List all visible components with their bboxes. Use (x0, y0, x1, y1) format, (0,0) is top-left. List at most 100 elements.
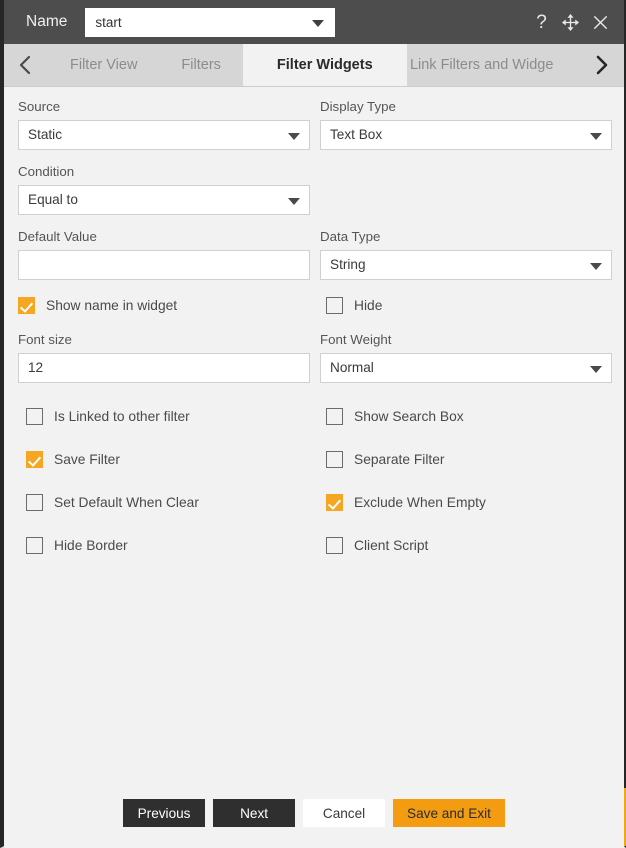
checkbox-label: Is Linked to other filter (54, 409, 190, 425)
tab-filter-widgets[interactable]: Filter Widgets (242, 44, 407, 86)
display-type-label: Display Type (320, 99, 396, 114)
tab-strip: Filter View Filters Filter Widgets Link … (4, 44, 624, 87)
svg-text:?: ? (536, 12, 547, 32)
tab-label: Filter View (70, 57, 138, 73)
name-select[interactable]: start (85, 7, 336, 37)
move-four-arrows-icon[interactable] (561, 13, 580, 32)
data-type-select[interactable]: String (320, 249, 612, 280)
font-weight-label: Font Weight (320, 331, 392, 347)
tab-list: Filter View Filters Filter Widgets Link … (48, 44, 578, 86)
checkbox-box[interactable] (26, 537, 43, 555)
row-linked-searchbox: Is Linked to other filter Show Search Bo… (18, 405, 609, 429)
condition-value: Equal to (28, 192, 78, 208)
checkbox-label: Show Search Box (354, 409, 464, 425)
checkbox-is-linked-to-other-filter[interactable]: Is Linked to other filter (18, 405, 310, 429)
filter-widget-dialog: Name start ? Filter View Filters Filter … (0, 0, 626, 848)
titlebar-icon-group: ? (533, 12, 614, 32)
checkbox-box[interactable] (326, 537, 343, 555)
checkbox-show-name-in-widget[interactable]: Show name in widget (18, 294, 310, 318)
checkbox-box[interactable] (326, 494, 343, 512)
checkbox-box[interactable] (326, 451, 343, 469)
checkbox-label: Hide Border (54, 538, 128, 554)
checkbox-exclude-when-empty[interactable]: Exclude When Empty (320, 491, 612, 515)
tab-label: Filters (181, 57, 221, 73)
checkbox-label: Show name in widget (46, 298, 178, 314)
condition-select[interactable]: Equal to (18, 184, 310, 215)
display-type-select[interactable]: Text Box (320, 119, 612, 150)
previous-button[interactable]: Previous (123, 799, 206, 827)
checkbox-client-script[interactable]: Client Script (320, 534, 612, 558)
close-x-icon[interactable] (591, 13, 610, 32)
chevron-right-icon (596, 55, 608, 75)
font-weight-value: Normal (330, 360, 374, 376)
row-default-value-data-type: Default Value Data Type String (18, 229, 612, 280)
chevron-down-icon (590, 132, 602, 140)
checkbox-box[interactable] (326, 297, 343, 315)
font-size-value: 12 (28, 360, 44, 376)
tab-link-filters-and-widgets[interactable]: Link Filters and Widge (406, 44, 557, 86)
source-value: Static (28, 127, 62, 143)
field-condition: Condition Equal to (18, 164, 310, 215)
save-and-exit-button[interactable]: Save and Exit (393, 799, 505, 827)
field-data-type: Data Type String (320, 229, 612, 280)
checkbox-box[interactable] (26, 451, 43, 469)
font-size-label: Font size (18, 331, 72, 347)
checkbox-hide[interactable]: Hide (320, 294, 612, 318)
font-weight-select[interactable]: Normal (320, 352, 612, 383)
field-font-size: Font size 12 (18, 332, 310, 383)
chevron-left-icon (19, 55, 31, 75)
default-value-label: Default Value (18, 228, 97, 244)
checkbox-set-default-when-clear[interactable]: Set Default When Clear (18, 491, 310, 515)
checkbox-separate-filter[interactable]: Separate Filter (320, 448, 612, 472)
chevron-down-icon (590, 365, 602, 373)
checkbox-show-search-box[interactable]: Show Search Box (320, 405, 612, 429)
checkbox-box[interactable] (26, 408, 43, 426)
checkbox-label: Set Default When Clear (54, 495, 199, 511)
chevron-down-icon (288, 132, 300, 140)
checkbox-label: Exclude When Empty (354, 495, 486, 511)
data-type-label: Data Type (320, 228, 381, 244)
source-select[interactable]: Static (18, 119, 310, 150)
name-field-label: Name (26, 13, 68, 30)
cancel-button[interactable]: Cancel (303, 799, 386, 827)
checkbox-hide-border[interactable]: Hide Border (18, 534, 310, 558)
field-font-weight: Font Weight Normal (320, 332, 612, 383)
checkbox-label: Save Filter (54, 452, 120, 468)
checkbox-label: Client Script (354, 538, 429, 554)
help-question-icon[interactable]: ? (533, 12, 550, 32)
tab-filters[interactable]: Filters (159, 44, 243, 86)
checkbox-box[interactable] (26, 494, 43, 512)
chevron-down-icon (312, 20, 325, 27)
default-value-input[interactable] (18, 249, 310, 280)
filter-widgets-panel: Source Static Display Type Text Box Cond… (4, 87, 624, 848)
name-select-value: start (95, 14, 122, 30)
data-type-value: String (330, 257, 366, 273)
checkbox-box[interactable] (18, 297, 35, 315)
next-button[interactable]: Next (213, 799, 296, 827)
tab-filter-view[interactable]: Filter View (48, 44, 160, 86)
tabs-scroll-right-button[interactable] (578, 44, 624, 86)
chevron-down-icon (288, 197, 300, 205)
field-source: Source Static (18, 99, 310, 150)
tab-label: Filter Widgets (276, 57, 373, 73)
row-save-separate-filter: Save Filter Separate Filter (18, 448, 609, 472)
checkbox-box[interactable] (326, 408, 343, 426)
field-display-type: Display Type Text Box (320, 99, 612, 150)
dialog-titlebar: Name start ? (4, 0, 624, 44)
source-label: Source (18, 99, 61, 114)
checkbox-label: Separate Filter (354, 452, 445, 468)
checkbox-save-filter[interactable]: Save Filter (18, 448, 310, 472)
font-size-input[interactable]: 12 (18, 352, 310, 383)
field-default-value: Default Value (18, 229, 310, 280)
row-source-display-type: Source Static Display Type Text Box (18, 99, 612, 150)
chevron-down-icon (590, 262, 602, 270)
tabs-scroll-left-button[interactable] (4, 44, 48, 86)
condition-right-spacer (320, 164, 612, 215)
